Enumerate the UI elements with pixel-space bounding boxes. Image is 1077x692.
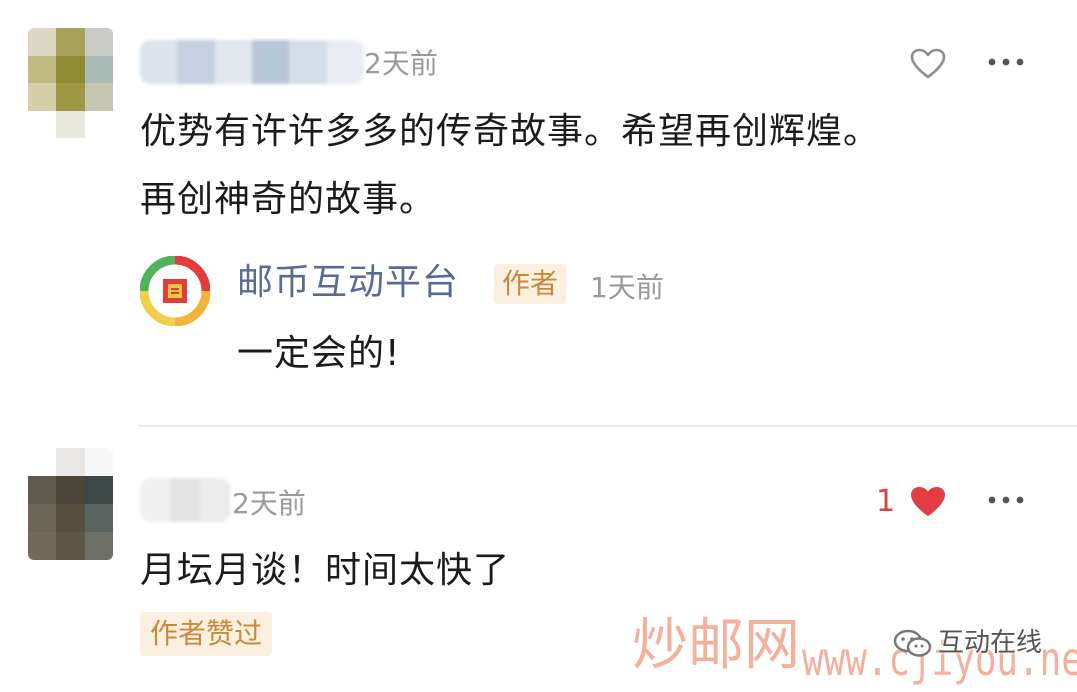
username-blurred[interactable] [140,478,230,522]
reply-text: 一定会的! [237,333,401,374]
more-dots-icon[interactable] [984,50,1028,74]
reply-author-name[interactable]: 邮币互动平台 [237,265,459,301]
wechat-icon [893,629,933,659]
comment-text-line: 再创神奇的故事。 [140,179,437,220]
comment-time: 2天前 [364,47,438,80]
author-badge: 作者 [494,264,567,304]
avatar[interactable] [28,28,113,138]
heart-filled-icon[interactable] [906,482,950,522]
comment-divider [138,425,1077,427]
comment-time: 2天前 [232,487,306,520]
author-liked-badge: 作者赞过 [140,612,273,656]
more-dots-icon[interactable] [984,488,1028,512]
reply-time: 1天前 [590,271,664,304]
like-count: 1 [876,484,896,519]
heart-outline-icon[interactable] [906,44,950,84]
watermark-site-cn: 炒邮网 [632,613,800,678]
watermark-account-name: 互动在线 [938,628,1043,658]
username-blurred[interactable] [140,40,364,84]
avatar[interactable] [28,448,113,560]
comment-text: 月坛月谈！时间太快了 [140,550,511,591]
comment-text-line: 优势有许许多多的传奇故事。希望再创辉煌。 [140,111,881,152]
stamp-logo-icon[interactable] [139,255,211,327]
